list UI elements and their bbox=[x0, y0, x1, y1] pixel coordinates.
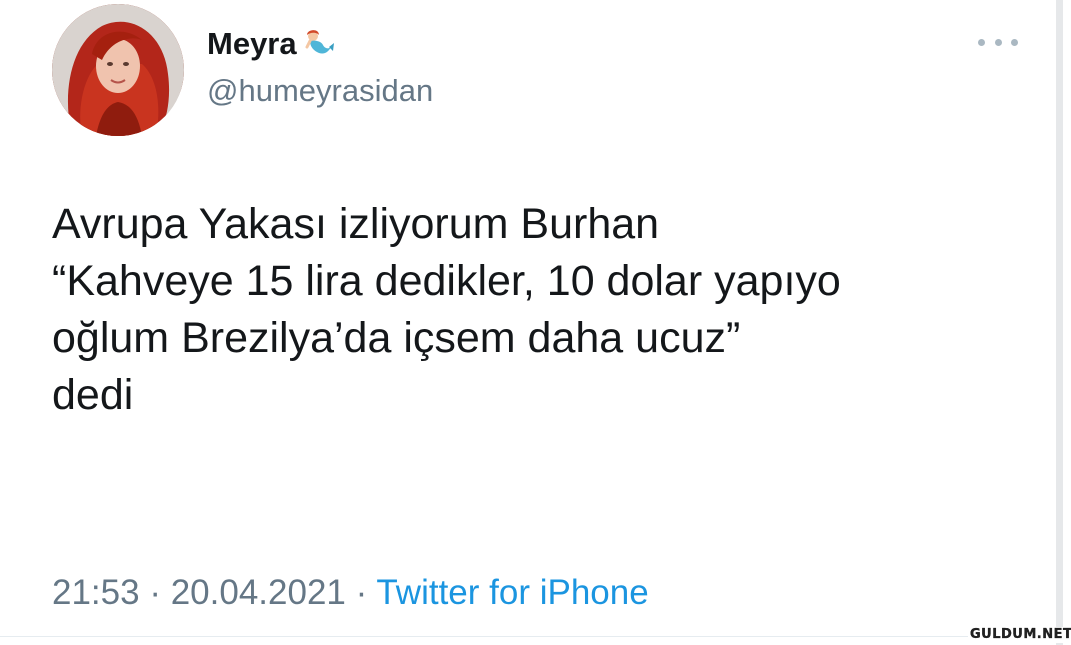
avatar-image bbox=[52, 4, 184, 136]
divider bbox=[0, 636, 1053, 637]
scroll-edge bbox=[1056, 0, 1063, 645]
more-dots-icon bbox=[978, 38, 985, 46]
meta-separator: · bbox=[139, 573, 171, 612]
tweet-source-link[interactable]: Twitter for iPhone bbox=[376, 573, 648, 612]
display-name[interactable]: Meyra bbox=[207, 26, 335, 62]
tweet-meta: 21:53 · 20.04.2021 · Twitter for iPhone bbox=[52, 572, 649, 614]
display-name-text: Meyra bbox=[207, 26, 297, 61]
tweet-text: Avrupa Yakası izliyorum Burhan “Kahveye … bbox=[52, 200, 841, 419]
tweet-date[interactable]: 20.04.2021 bbox=[171, 573, 346, 612]
more-dots-icon bbox=[994, 38, 1002, 46]
more-options-button[interactable] bbox=[978, 34, 1018, 50]
meta-separator: · bbox=[345, 573, 377, 612]
tweet-time[interactable]: 21:53 bbox=[52, 573, 140, 612]
user-handle[interactable]: @humeyrasidan bbox=[207, 72, 433, 110]
watermark: GULDUM.NET bbox=[968, 627, 1071, 643]
more-dots-icon bbox=[1011, 38, 1018, 46]
tweet-card: Meyra @humeyrasidan Avrupa Yakası izliyo… bbox=[0, 0, 1071, 645]
mermaid-emoji-icon bbox=[305, 30, 334, 54]
avatar[interactable] bbox=[52, 4, 184, 136]
